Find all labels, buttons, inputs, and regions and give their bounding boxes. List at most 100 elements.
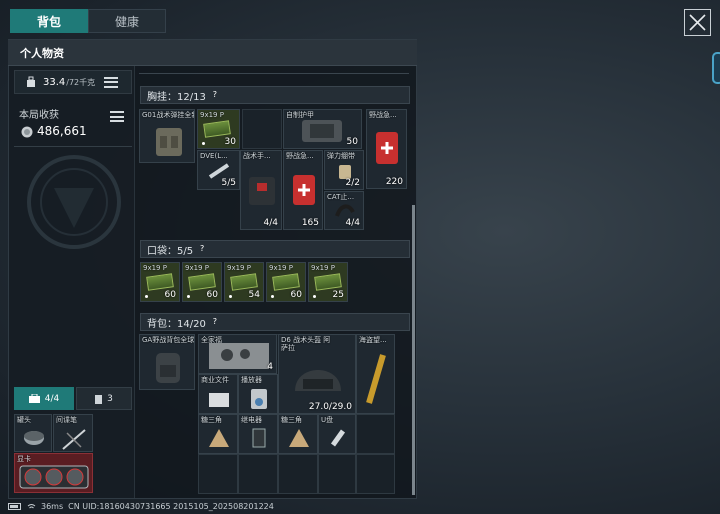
- item-name: 9x19 P: [200, 111, 224, 119]
- graphics-card-icon: [19, 465, 89, 489]
- item-count: 50: [346, 137, 358, 147]
- item-name: GA野战背包全球: [142, 336, 195, 344]
- can-icon: [24, 431, 44, 445]
- candy-item[interactable]: 糖三角: [278, 414, 318, 454]
- ping-value: 36ms: [41, 502, 64, 511]
- earnings-menu-icon[interactable]: [110, 111, 124, 122]
- item-count: 60: [290, 290, 302, 300]
- bandage-item[interactable]: 弹力绷带 2/2: [324, 150, 364, 190]
- pockets-label: 口袋：5/5: [147, 245, 194, 257]
- empty-slot[interactable]: [238, 454, 278, 494]
- candy-item[interactable]: 糖三角: [198, 414, 238, 454]
- pocket-ammo-item[interactable]: 9x19 P 60: [182, 262, 222, 302]
- backpack-header: 背包：14/20?: [140, 313, 410, 331]
- item-count: 165: [301, 218, 319, 228]
- briefcase-icon: [28, 394, 40, 403]
- status-bar: 36ms CN UID:18160430731665 2015105_20250…: [8, 502, 274, 511]
- item-name: 9x19 P: [269, 264, 293, 272]
- weight-value: 33.4: [43, 76, 66, 88]
- empty-slot[interactable]: [356, 414, 395, 454]
- other-tab[interactable]: 3: [76, 387, 132, 410]
- earnings-label: 本局收获: [19, 110, 59, 121]
- item-name: 野战急...: [286, 152, 314, 160]
- player-item[interactable]: 播放器: [238, 374, 278, 414]
- item-name: 播放器: [241, 376, 262, 384]
- tourniquet-item[interactable]: CAT止... 4/4: [324, 191, 364, 230]
- pocket-ammo-item[interactable]: 9x19 P 54: [224, 262, 264, 302]
- medical-pouch-icon: [249, 177, 275, 205]
- tactical-kit-item[interactable]: 战术手... 4/4: [240, 150, 282, 230]
- dve-item[interactable]: DVE(L... 5/5: [197, 150, 240, 190]
- equip-item-gpu[interactable]: 显卡: [14, 453, 93, 493]
- item-name: U盘: [321, 416, 334, 424]
- chest-rig-item[interactable]: G01战术弹挂全新力量: [139, 109, 195, 163]
- content-top-edge: [139, 66, 409, 74]
- help-icon[interactable]: ?: [210, 317, 220, 327]
- backpack-container-item[interactable]: GA野战背包全球: [139, 334, 195, 390]
- tab-health[interactable]: 健康: [88, 9, 166, 33]
- side-panel-toggle[interactable]: [712, 52, 720, 84]
- empty-slot[interactable]: [198, 454, 238, 494]
- dot: [187, 295, 190, 298]
- weight-max: /72千克: [66, 77, 96, 87]
- item-count: 4/4: [345, 218, 360, 228]
- dot: [202, 142, 205, 145]
- medkit-icon: [293, 175, 315, 205]
- backpack-icon: [156, 353, 180, 383]
- item-name: 9x19 P: [143, 264, 167, 272]
- relay-item[interactable]: 继电器: [238, 414, 278, 454]
- armor-item[interactable]: 自制护甲 50: [283, 109, 362, 149]
- help-icon[interactable]: ?: [210, 90, 220, 100]
- item-name: 继电器: [241, 416, 262, 424]
- close-icon: [689, 14, 706, 31]
- telescope-item[interactable]: 海盗望...: [356, 334, 395, 414]
- panel-title: 个人物资: [8, 40, 417, 66]
- coin-icon: [21, 126, 33, 138]
- ammo-item[interactable]: 9x19 P 30: [197, 109, 240, 149]
- dot: [313, 295, 316, 298]
- empty-slot[interactable]: [278, 454, 318, 494]
- item-name: 野战急...: [369, 111, 397, 119]
- wifi-icon: [27, 504, 36, 509]
- pocket-ammo-item[interactable]: 9x19 P 60: [266, 262, 306, 302]
- spyglass-icon: [366, 354, 386, 404]
- close-button[interactable]: [684, 9, 711, 36]
- relay-icon: [252, 428, 266, 448]
- weight-menu-icon[interactable]: [104, 76, 119, 88]
- item-count: 60: [164, 290, 176, 300]
- usb-drive-item[interactable]: U盘: [318, 414, 356, 454]
- equipment-tab[interactable]: 4/4: [14, 387, 74, 410]
- pen-icon: [62, 429, 86, 450]
- equip-item-spy-pen[interactable]: 间谍笔: [53, 414, 93, 452]
- battery-icon: [8, 503, 21, 510]
- chest-rig-header: 胸挂：12/13?: [140, 86, 410, 104]
- pocket-ammo-item[interactable]: 9x19 P 60: [140, 262, 180, 302]
- item-name: 战术手...: [243, 152, 271, 160]
- photo-icon: [209, 343, 269, 369]
- empty-slot[interactable]: [242, 109, 282, 149]
- tab-backpack[interactable]: 背包: [10, 9, 88, 33]
- field-medkit-item[interactable]: 野战急... 165: [283, 150, 323, 230]
- item-name: CAT止...: [327, 193, 355, 201]
- empty-slot[interactable]: [318, 454, 356, 494]
- empty-slot[interactable]: [356, 454, 395, 494]
- helmet-item[interactable]: D6 战术头盔 阿萨拉 27.0/29.0: [278, 334, 356, 414]
- ammo-box-icon: [146, 273, 174, 291]
- family-photo-item[interactable]: 全家福 4: [198, 334, 277, 374]
- pocket-ammo-item[interactable]: 9x19 P 25: [308, 262, 348, 302]
- help-icon[interactable]: ?: [197, 244, 207, 254]
- item-name: 罐头: [17, 416, 31, 424]
- ammo-box-icon: [188, 273, 216, 291]
- ammo-box-icon: [272, 273, 300, 291]
- backpack-label: 背包：14/20: [147, 318, 206, 330]
- business-documents-item[interactable]: 商业文件: [198, 374, 238, 414]
- scrollbar[interactable]: [412, 205, 415, 495]
- item-name: D6 战术头盔 阿萨拉: [281, 336, 331, 352]
- triangle-candy-icon: [289, 429, 309, 447]
- medkit-item[interactable]: 野战急... 220: [366, 109, 407, 189]
- item-count: 25: [332, 290, 344, 300]
- media-player-icon: [251, 389, 267, 409]
- equip-item-canned[interactable]: 罐头: [14, 414, 52, 452]
- chest-rig-label: 胸挂：12/13: [147, 91, 206, 103]
- ammo-box-icon: [314, 273, 342, 291]
